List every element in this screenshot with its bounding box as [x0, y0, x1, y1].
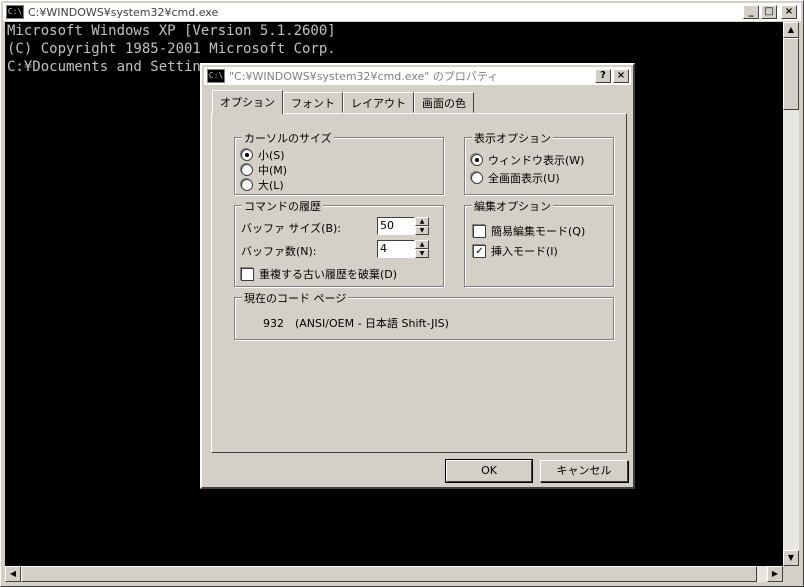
command-history-label: コマンドの履歴 — [242, 198, 323, 214]
tab-colors[interactable]: 画面の色 — [414, 92, 474, 113]
checkbox-icon[interactable] — [473, 224, 486, 238]
radio-icon[interactable] — [241, 149, 253, 161]
discard-duplicates-option[interactable]: 重複する古い履歴を破棄(D) — [241, 266, 397, 282]
buffer-count-label: バッファ数(N): — [241, 245, 317, 258]
cmd-window-title: C:¥WINDOWS¥system32¥cmd.exe — [28, 5, 219, 19]
checkmark-icon[interactable]: ✓ — [473, 244, 486, 258]
checkbox-icon[interactable] — [241, 267, 254, 281]
cursor-size-medium-option[interactable]: 中(M) — [241, 162, 287, 178]
dialog-titlebar[interactable]: C:\ "C:¥WINDOWS¥system32¥cmd.exe" のプロパティ… — [204, 67, 631, 85]
cursor-size-large-label: 大(L) — [258, 179, 284, 192]
code-page-value: 932 (ANSI/OEM - 日本語 Shift-JIS) — [263, 317, 449, 330]
maximize-button[interactable]: □ — [761, 5, 777, 19]
spin-down-icon[interactable]: ▼ — [415, 226, 429, 235]
dialog-close-button[interactable]: × — [613, 69, 629, 83]
horizontal-scroll-thumb[interactable] — [21, 566, 757, 582]
edit-options-group: 編集オプション 簡易編集モード(Q) ✓ 挿入モード(I) — [464, 198, 614, 287]
options-panel: カーソルのサイズ 小(S) 中(M) 大(L) 表示オプション ウィンドウ表示(… — [211, 113, 627, 453]
insert-mode-label: 挿入モード(I) — [491, 245, 558, 258]
quick-edit-option[interactable]: 簡易編集モード(Q) — [473, 223, 585, 239]
cursor-size-medium-label: 中(M) — [258, 164, 288, 177]
cmd-titlebar[interactable]: C:\ C:¥WINDOWS¥system32¥cmd.exe _ □ × — [3, 3, 801, 21]
scroll-left-arrow-icon[interactable]: ◀ — [5, 566, 21, 582]
console-line: Microsoft Windows XP [Version 5.1.2600] — [7, 23, 336, 39]
tab-options[interactable]: オプション — [212, 90, 283, 114]
buffer-size-label: バッファ サイズ(B): — [241, 222, 342, 235]
cursor-size-small-label: 小(S) — [258, 149, 285, 162]
cmd-app-icon: C:\ — [6, 5, 24, 19]
fullscreen-display-label: 全画面表示(U) — [488, 172, 560, 185]
window-display-label: ウィンドウ表示(W) — [488, 154, 585, 167]
cmd-app-icon: C:\ — [207, 69, 225, 83]
buffer-size-row: バッファ サイズ(B): — [241, 220, 341, 236]
cursor-size-label: カーソルのサイズ — [242, 130, 334, 146]
fullscreen-display-option[interactable]: 全画面表示(U) — [471, 170, 560, 186]
insert-mode-option[interactable]: ✓ 挿入モード(I) — [473, 243, 558, 259]
buffer-size-input[interactable]: 50 — [377, 217, 415, 235]
vertical-scrollbar[interactable]: ▲ ▼ — [783, 22, 799, 566]
console-line: (C) Copyright 1985-2001 Microsoft Corp. — [7, 41, 336, 57]
code-page-row: 932 (ANSI/OEM - 日本語 Shift-JIS) — [263, 315, 449, 331]
dialog-title: "C:¥WINDOWS¥system32¥cmd.exe" のプロパティ — [229, 70, 499, 83]
buffer-size-stepper[interactable]: 50 ▲ ▼ — [377, 217, 429, 235]
size-grip[interactable] — [783, 566, 799, 582]
close-button[interactable]: × — [781, 5, 797, 19]
cancel-button[interactable]: キャンセル — [540, 460, 628, 482]
quick-edit-label: 簡易編集モード(Q) — [491, 225, 586, 238]
cursor-size-small-option[interactable]: 小(S) — [241, 147, 285, 163]
radio-icon[interactable] — [241, 164, 253, 176]
spin-up-icon[interactable]: ▲ — [415, 217, 429, 226]
code-page-group: 現在のコード ページ 932 (ANSI/OEM - 日本語 Shift-JIS… — [234, 290, 614, 340]
display-options-label: 表示オプション — [472, 130, 553, 146]
display-options-group: 表示オプション ウィンドウ表示(W) 全画面表示(U) — [464, 130, 614, 195]
buffer-count-input[interactable]: 4 — [377, 240, 415, 258]
properties-dialog: C:\ "C:¥WINDOWS¥system32¥cmd.exe" のプロパティ… — [200, 63, 635, 489]
code-page-label: 現在のコード ページ — [242, 290, 349, 306]
command-history-group: コマンドの履歴 バッファ サイズ(B): 50 ▲ ▼ バッファ数(N): 4 … — [234, 198, 444, 287]
tab-strip: オプション フォント レイアウト 画面の色 — [212, 90, 474, 114]
cursor-size-large-option[interactable]: 大(L) — [241, 177, 284, 193]
cursor-size-group: カーソルのサイズ 小(S) 中(M) 大(L) — [234, 130, 444, 195]
spin-down-icon[interactable]: ▼ — [415, 249, 429, 258]
tab-font[interactable]: フォント — [283, 92, 343, 113]
scroll-down-arrow-icon[interactable]: ▼ — [783, 550, 799, 566]
horizontal-scrollbar[interactable]: ◀ ▶ — [5, 566, 783, 582]
radio-icon[interactable] — [471, 154, 483, 166]
ok-button[interactable]: OK — [445, 459, 533, 483]
spin-up-icon[interactable]: ▲ — [415, 240, 429, 249]
vertical-scroll-thumb[interactable] — [783, 38, 799, 110]
buffer-count-stepper[interactable]: 4 ▲ ▼ — [377, 240, 429, 258]
window-display-option[interactable]: ウィンドウ表示(W) — [471, 152, 584, 168]
buffer-count-row: バッファ数(N): — [241, 243, 317, 259]
radio-icon[interactable] — [471, 172, 483, 184]
minimize-button[interactable]: _ — [743, 5, 759, 19]
scroll-up-arrow-icon[interactable]: ▲ — [783, 22, 799, 38]
discard-duplicates-label: 重複する古い履歴を破棄(D) — [259, 268, 398, 281]
help-button[interactable]: ? — [595, 69, 611, 83]
tab-layout[interactable]: レイアウト — [343, 92, 414, 113]
radio-icon[interactable] — [241, 179, 253, 191]
scroll-right-arrow-icon[interactable]: ▶ — [767, 566, 783, 582]
edit-options-label: 編集オプション — [472, 198, 553, 214]
